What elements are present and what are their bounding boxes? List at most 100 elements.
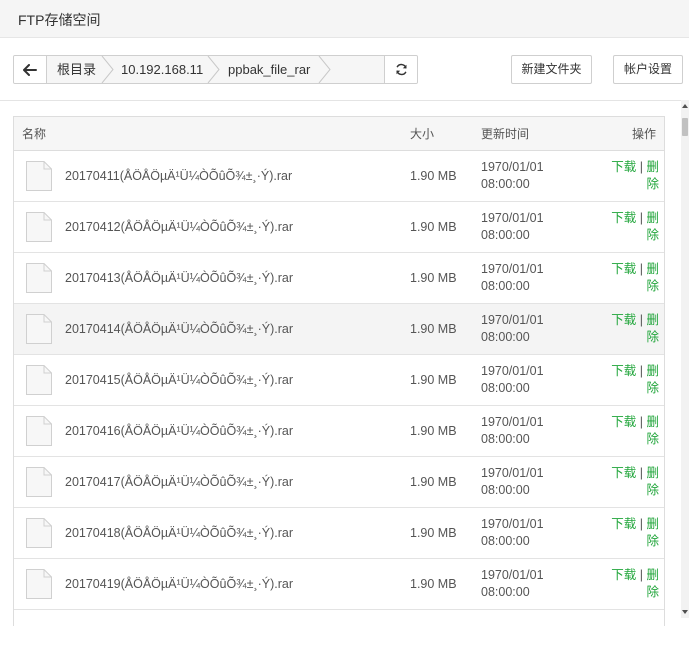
caret-down-icon	[682, 610, 688, 614]
scroll-up-arrow[interactable]	[681, 100, 689, 112]
scroll-down-arrow[interactable]	[681, 606, 689, 618]
table-row[interactable]: 20170414(ÅÖÅÖµÄ¹Ü¼ÒÕûÕ¾±¸·Ý).rar 1.90 MB…	[14, 304, 664, 355]
file-icon	[26, 365, 52, 395]
delete-link-continued[interactable]: 除	[646, 432, 659, 446]
file-list-panel: 名称 大小 更新时间 操作 20170411(ÅÖÅÖµÄ¹Ü¼ÒÕûÕ¾±¸·…	[13, 116, 665, 626]
file-clock: 08:00:00	[481, 483, 530, 497]
table-row[interactable]: 20170412(ÅÖÅÖµÄ¹Ü¼ÒÕûÕ¾±¸·Ý).rar 1.90 MB…	[14, 202, 664, 253]
table-row[interactable]: 20170419(ÅÖÅÖµÄ¹Ü¼ÒÕûÕ¾±¸·Ý).rar 1.90 MB…	[14, 559, 664, 610]
file-icon	[26, 416, 52, 446]
vertical-scrollbar[interactable]	[681, 100, 689, 618]
table-row[interactable]: 20170415(ÅÖÅÖµÄ¹Ü¼ÒÕûÕ¾±¸·Ý).rar 1.90 MB…	[14, 355, 664, 406]
row-actions: 下载 | 删 除	[609, 159, 659, 193]
scroll-thumb[interactable]	[682, 118, 688, 136]
delete-link[interactable]: 删	[646, 517, 659, 531]
file-size: 1.90 MB	[410, 577, 457, 591]
table-row[interactable]: 20170418(ÅÖÅÖµÄ¹Ü¼ÒÕûÕ¾±¸·Ý).rar 1.90 MB…	[14, 508, 664, 559]
row-actions: 下载 | 删 除	[609, 363, 659, 397]
toolbar: 根目录 10.192.168.11 ppbak_file_rar 新建文件夹 帐…	[0, 38, 689, 101]
file-size: 1.90 MB	[410, 526, 457, 540]
delete-link[interactable]: 删	[646, 160, 659, 174]
breadcrumb-item-root[interactable]: 根目录	[57, 56, 96, 83]
file-name: 20170418(ÅÖÅÖµÄ¹Ü¼ÒÕûÕ¾±¸·Ý).rar	[65, 526, 294, 540]
refresh-icon	[395, 63, 407, 76]
back-button[interactable]	[14, 56, 47, 83]
row-actions: 下载 | 删 除	[609, 261, 659, 295]
delete-link[interactable]: 删	[646, 211, 659, 225]
download-link[interactable]: 下载	[611, 211, 636, 225]
file-time: 1970/01/01 08:00:00	[481, 465, 561, 499]
delete-link[interactable]: 删	[646, 415, 659, 429]
file-name: 20170413(ÅÖÅÖµÄ¹Ü¼ÒÕûÕ¾±¸·Ý).rar	[65, 271, 294, 285]
refresh-button[interactable]	[384, 56, 417, 83]
new-folder-button[interactable]: 新建文件夹	[511, 55, 592, 84]
file-name: 20170419(ÅÖÅÖµÄ¹Ü¼ÒÕûÕ¾±¸·Ý).rar	[65, 577, 294, 591]
delete-link[interactable]: 删	[646, 262, 659, 276]
file-clock: 08:00:00	[481, 534, 530, 548]
account-settings-button[interactable]: 帐户设置	[613, 55, 683, 84]
breadcrumb-separator	[101, 56, 114, 83]
file-time: 1970/01/01 08:00:00	[481, 261, 561, 295]
column-header-op: 操作	[631, 127, 656, 141]
file-time: 1970/01/01 08:00:00	[481, 516, 561, 550]
table-header: 名称 大小 更新时间 操作	[14, 117, 664, 151]
table-row[interactable]: 20170416(ÅÖÅÖµÄ¹Ü¼ÒÕûÕ¾±¸·Ý).rar 1.90 MB…	[14, 406, 664, 457]
file-icon	[26, 263, 52, 293]
file-clock: 08:00:00	[481, 228, 530, 242]
download-link[interactable]: 下载	[611, 160, 636, 174]
column-header-size: 大小	[410, 127, 435, 141]
file-name: 20170417(ÅÖÅÖµÄ¹Ü¼ÒÕûÕ¾±¸·Ý).rar	[65, 475, 294, 489]
row-actions: 下载 | 删 除	[609, 414, 659, 448]
action-separator: |	[639, 262, 643, 276]
file-name: 20170412(ÅÖÅÖµÄ¹Ü¼ÒÕûÕ¾±¸·Ý).rar	[65, 220, 294, 234]
table-row[interactable]: 20170413(ÅÖÅÖµÄ¹Ü¼ÒÕûÕ¾±¸·Ý).rar 1.90 MB…	[14, 253, 664, 304]
file-clock: 08:00:00	[481, 585, 530, 599]
breadcrumb-item-host[interactable]: 10.192.168.11	[121, 56, 203, 83]
delete-link-continued[interactable]: 除	[646, 279, 659, 293]
table-row[interactable]: 20170411(ÅÖÅÖµÄ¹Ü¼ÒÕûÕ¾±¸·Ý).rar 1.90 MB…	[14, 151, 664, 202]
action-separator: |	[639, 415, 643, 429]
download-link[interactable]: 下载	[611, 517, 636, 531]
delete-link-continued[interactable]: 除	[646, 483, 659, 497]
action-separator: |	[639, 517, 643, 531]
download-link[interactable]: 下载	[611, 466, 636, 480]
action-separator: |	[639, 211, 643, 225]
delete-link-continued[interactable]: 除	[646, 381, 659, 395]
file-size: 1.90 MB	[410, 373, 457, 387]
file-date: 1970/01/01	[481, 262, 544, 276]
row-actions: 下载 | 删 除	[609, 210, 659, 244]
delete-link-continued[interactable]: 除	[646, 330, 659, 344]
breadcrumb-item-folder[interactable]: ppbak_file_rar	[228, 56, 310, 83]
row-actions: 下载 | 删 除	[609, 516, 659, 550]
file-icon	[26, 161, 52, 191]
file-icon	[26, 314, 52, 344]
file-time: 1970/01/01 08:00:00	[481, 210, 561, 244]
file-icon	[26, 569, 52, 599]
file-size: 1.90 MB	[410, 271, 457, 285]
delete-link[interactable]: 删	[646, 364, 659, 378]
file-date: 1970/01/01	[481, 568, 544, 582]
file-clock: 08:00:00	[481, 330, 530, 344]
table-row[interactable]: 20170417(ÅÖÅÖµÄ¹Ü¼ÒÕûÕ¾±¸·Ý).rar 1.90 MB…	[14, 457, 664, 508]
delete-link-continued[interactable]: 除	[646, 585, 659, 599]
delete-link[interactable]: 删	[646, 313, 659, 327]
caret-up-icon	[682, 104, 688, 108]
download-link[interactable]: 下载	[611, 313, 636, 327]
file-name: 20170415(ÅÖÅÖµÄ¹Ü¼ÒÕûÕ¾±¸·Ý).rar	[65, 373, 294, 387]
action-separator: |	[639, 313, 643, 327]
delete-link-continued[interactable]: 除	[646, 177, 659, 191]
row-actions: 下载 | 删 除	[609, 567, 659, 601]
delete-link[interactable]: 删	[646, 466, 659, 480]
dialog-title: FTP存储空间	[18, 12, 101, 28]
delete-link-continued[interactable]: 除	[646, 534, 659, 548]
delete-link-continued[interactable]: 除	[646, 228, 659, 242]
file-name: 20170411(ÅÖÅÖµÄ¹Ü¼ÒÕûÕ¾±¸·Ý).rar	[65, 169, 293, 183]
download-link[interactable]: 下载	[611, 262, 636, 276]
file-name: 20170416(ÅÖÅÖµÄ¹Ü¼ÒÕûÕ¾±¸·Ý).rar	[65, 424, 294, 438]
breadcrumb-separator	[207, 56, 220, 83]
download-link[interactable]: 下载	[611, 364, 636, 378]
download-link[interactable]: 下载	[611, 568, 636, 582]
row-actions: 下载 | 删 除	[609, 312, 659, 346]
delete-link[interactable]: 删	[646, 568, 659, 582]
download-link[interactable]: 下载	[611, 415, 636, 429]
